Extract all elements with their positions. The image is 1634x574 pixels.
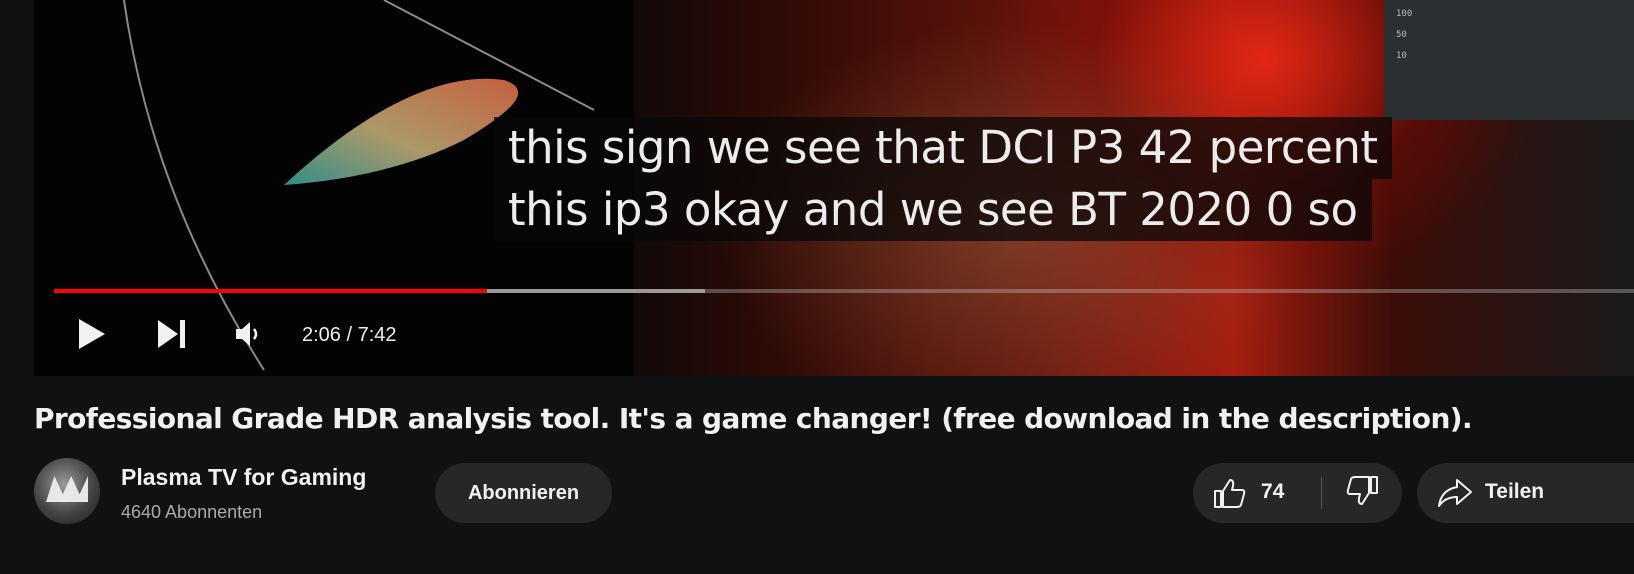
share-icon	[1437, 477, 1473, 514]
next-icon	[156, 318, 188, 355]
time-display: 2:06 / 7:42	[302, 324, 397, 346]
scope-tick-label: 50	[1396, 30, 1407, 40]
thumbs-up-icon	[1213, 477, 1247, 514]
like-button[interactable]: 74	[1193, 463, 1321, 523]
thumbs-down-icon	[1345, 475, 1379, 512]
scope-tick-label: 10	[1396, 51, 1407, 61]
channel-name[interactable]: Plasma TV for Gaming	[121, 464, 366, 491]
progress-bar[interactable]	[54, 289, 1634, 293]
dislike-button[interactable]	[1322, 463, 1402, 523]
subscriber-count: 4640 Abonnenten	[121, 502, 263, 522]
waveform-scope: 100 50 10	[1384, 0, 1634, 120]
caption-window: this sign we see that DCI P3 42 percent …	[494, 117, 1392, 241]
share-button[interactable]: Teilen	[1417, 463, 1634, 523]
mute-button[interactable]	[220, 308, 276, 364]
progress-played	[54, 289, 487, 293]
video-title: Professional Grade HDR analysis tool. It…	[34, 402, 1473, 435]
scope-tick-label: 100	[1396, 9, 1413, 19]
caption-line-2: this ip3 okay and we see BT 2020 0 so	[494, 179, 1372, 241]
channel-logo-mark	[46, 476, 88, 502]
caption-line-1: this sign we see that DCI P3 42 percent	[494, 117, 1392, 179]
volume-icon	[233, 319, 263, 354]
play-button[interactable]	[64, 308, 120, 364]
subscribe-button[interactable]: Abonnieren	[435, 463, 612, 523]
next-button[interactable]	[144, 308, 200, 364]
player-controls: 2:06 / 7:42	[34, 308, 1634, 364]
like-dislike-group: 74	[1193, 463, 1402, 523]
share-label: Teilen	[1485, 480, 1545, 503]
play-icon	[77, 317, 107, 356]
like-count: 74	[1261, 480, 1285, 503]
channel-avatar[interactable]	[34, 458, 100, 524]
video-player[interactable]: 100 50 10 this sign we see that DCI P3 4…	[34, 0, 1634, 376]
